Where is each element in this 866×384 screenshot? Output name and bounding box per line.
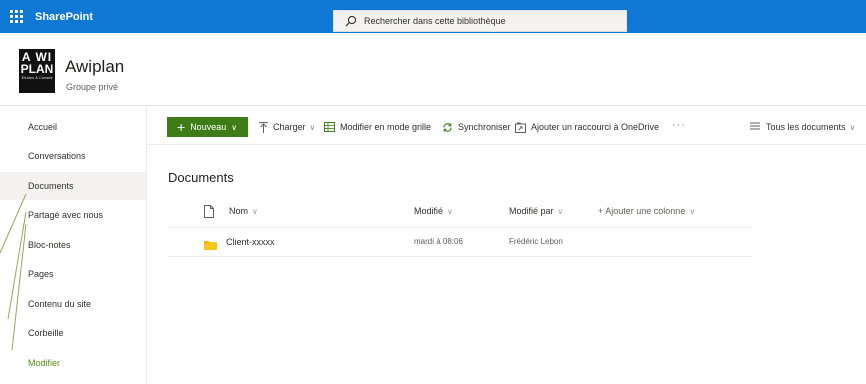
site-subtitle: Groupe privé — [66, 82, 119, 92]
chevron-down-icon: ∨ — [689, 206, 696, 216]
logo-line-2: PLAN — [20, 62, 54, 76]
upload-button[interactable]: Charger ∨ — [259, 119, 315, 135]
chevron-down-icon: ∨ — [252, 206, 258, 216]
chevron-down-icon: ∨ — [447, 206, 453, 216]
site-logo[interactable]: A WI PLAN Etudes & Conseil — [19, 49, 55, 93]
row-name[interactable]: Client-xxxxx — [226, 237, 275, 247]
plus-icon: + — [177, 119, 186, 135]
nav-item-corbeille[interactable]: Corbeille — [0, 319, 146, 347]
nav-item-bloc-notes[interactable]: Bloc-notes — [0, 231, 146, 259]
upload-icon — [259, 121, 268, 133]
row-modified: mardi à 08:06 — [414, 237, 463, 246]
waffle-icon[interactable] — [0, 0, 33, 33]
site-header — [0, 33, 866, 106]
nav-item-accueil[interactable]: Accueil — [0, 113, 146, 141]
nav-item-conversations[interactable]: Conversations — [0, 142, 146, 170]
sharepoint-window: SharePoint Rechercher dans cette bibliot… — [0, 0, 866, 384]
grid-icon — [324, 122, 335, 132]
shortcut-button[interactable]: Ajouter un raccourci à OneDrive — [515, 119, 659, 135]
more-options-icon[interactable]: ··· — [672, 119, 686, 131]
nav-item-partage[interactable]: Partagé avec nous — [0, 201, 146, 229]
column-name[interactable]: Nom ∨ — [229, 206, 258, 216]
new-button[interactable]: + Nouveau ∨ — [167, 117, 248, 137]
folder-icon — [204, 237, 217, 250]
shortcut-icon — [515, 122, 526, 133]
search-icon — [344, 14, 358, 28]
search-placeholder: Rechercher dans cette bibliothèque — [364, 16, 506, 26]
add-column-label: + Ajouter une colonne — [598, 206, 686, 216]
nav-item-pages[interactable]: Pages — [0, 260, 146, 288]
logo-line-3: Etudes & Conseil — [21, 75, 53, 80]
column-modified-by-label: Modifié par — [509, 206, 554, 216]
chevron-down-icon: ∨ — [309, 122, 316, 132]
nav-item-contenu[interactable]: Contenu du site — [0, 290, 146, 318]
nav-item-documents[interactable]: Documents — [0, 172, 146, 200]
chevron-down-icon: ∨ — [849, 122, 856, 132]
column-name-label: Nom — [229, 206, 249, 216]
column-modified-label: Modifié — [414, 206, 444, 216]
column-modified[interactable]: Modifié ∨ — [414, 206, 453, 216]
file-type-icon[interactable] — [204, 205, 214, 218]
view-label: Tous les documents — [766, 122, 846, 132]
column-modified-by[interactable]: Modifié par ∨ — [509, 206, 563, 216]
command-bar: + Nouveau ∨ Charger ∨ Modifier en mode g… — [147, 107, 866, 145]
view-switcher[interactable]: Tous les documents ∨ — [750, 119, 855, 135]
library-title: Documents — [168, 170, 234, 185]
grid-edit-button[interactable]: Modifier en mode grille — [324, 119, 431, 135]
sync-button[interactable]: Synchroniser — [442, 119, 511, 135]
view-list-icon — [750, 122, 760, 132]
chevron-down-icon: ∨ — [557, 206, 564, 216]
app-name[interactable]: SharePoint — [35, 11, 93, 23]
shortcut-label: Ajouter un raccourci à OneDrive — [531, 122, 660, 132]
row-modified-by[interactable]: Frédéric Lebon — [509, 237, 563, 246]
chevron-down-icon: ∨ — [231, 122, 238, 132]
new-button-label: Nouveau — [190, 122, 227, 132]
add-column-button[interactable]: + Ajouter une colonne ∨ — [598, 206, 695, 216]
sync-label: Synchroniser — [458, 122, 511, 132]
grid-edit-label: Modifier en mode grille — [340, 122, 432, 132]
sync-icon — [442, 122, 453, 133]
upload-label: Charger — [273, 122, 306, 132]
search-box[interactable]: Rechercher dans cette bibliothèque — [333, 10, 627, 32]
nav-edit-link[interactable]: Modifier — [0, 349, 146, 377]
site-title[interactable]: Awiplan — [65, 57, 124, 77]
left-nav: Accueil Conversations Documents Partagé … — [0, 107, 147, 384]
